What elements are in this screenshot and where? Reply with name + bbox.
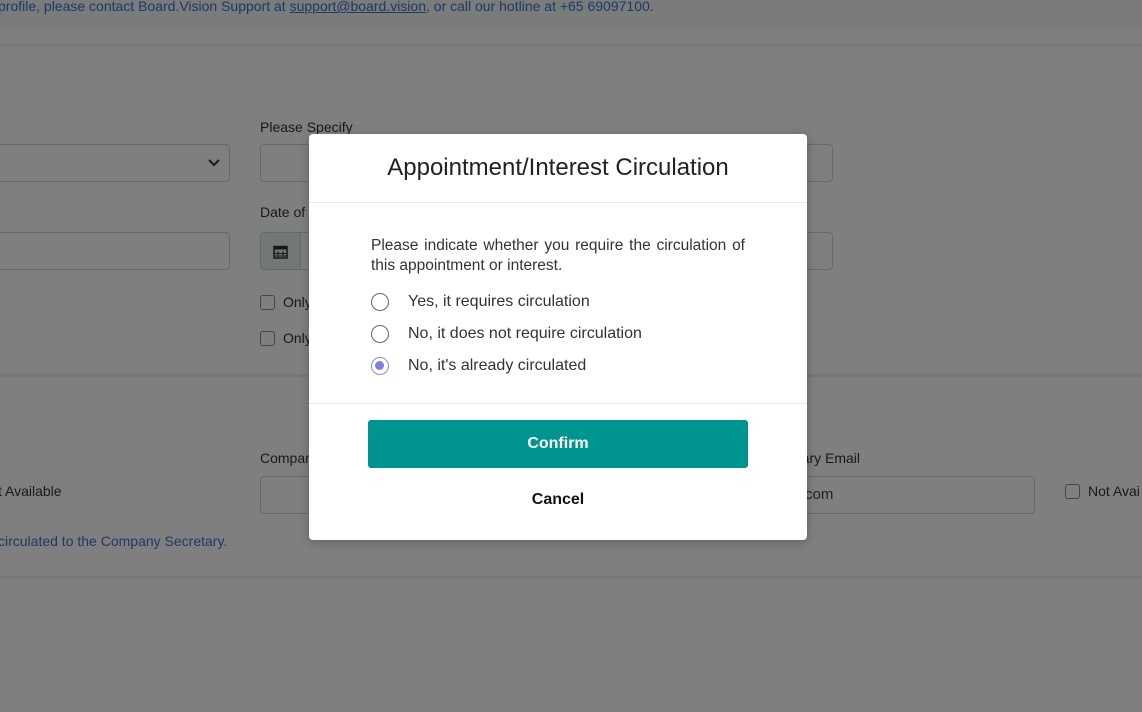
option-label: No, it's already circulated bbox=[408, 357, 587, 374]
dialog-header: Appointment/Interest Circulation bbox=[309, 134, 807, 203]
dialog-body: Please indicate whether you require the … bbox=[309, 203, 807, 404]
confirm-button[interactable]: Confirm bbox=[368, 420, 748, 468]
option-already-circulated[interactable]: No, it's already circulated bbox=[371, 357, 586, 375]
dialog-footer: Confirm Cancel bbox=[309, 404, 807, 539]
cancel-button[interactable]: Cancel bbox=[508, 488, 608, 512]
option-not-require-circulation[interactable]: No, it does not require circulation bbox=[371, 325, 642, 343]
option-label: No, it does not require circulation bbox=[408, 325, 642, 342]
option-label: Yes, it requires circulation bbox=[408, 293, 590, 310]
circulation-dialog: Appointment/Interest Circulation Please … bbox=[309, 134, 807, 540]
radio-already-circulated[interactable] bbox=[371, 357, 389, 375]
radio-requires-circulation[interactable] bbox=[371, 293, 389, 311]
dialog-prompt: Please indicate whether you require the … bbox=[371, 237, 745, 274]
option-requires-circulation[interactable]: Yes, it requires circulation bbox=[371, 293, 590, 311]
dialog-title: Appointment/Interest Circulation bbox=[387, 154, 729, 181]
radio-not-require-circulation[interactable] bbox=[371, 325, 389, 343]
